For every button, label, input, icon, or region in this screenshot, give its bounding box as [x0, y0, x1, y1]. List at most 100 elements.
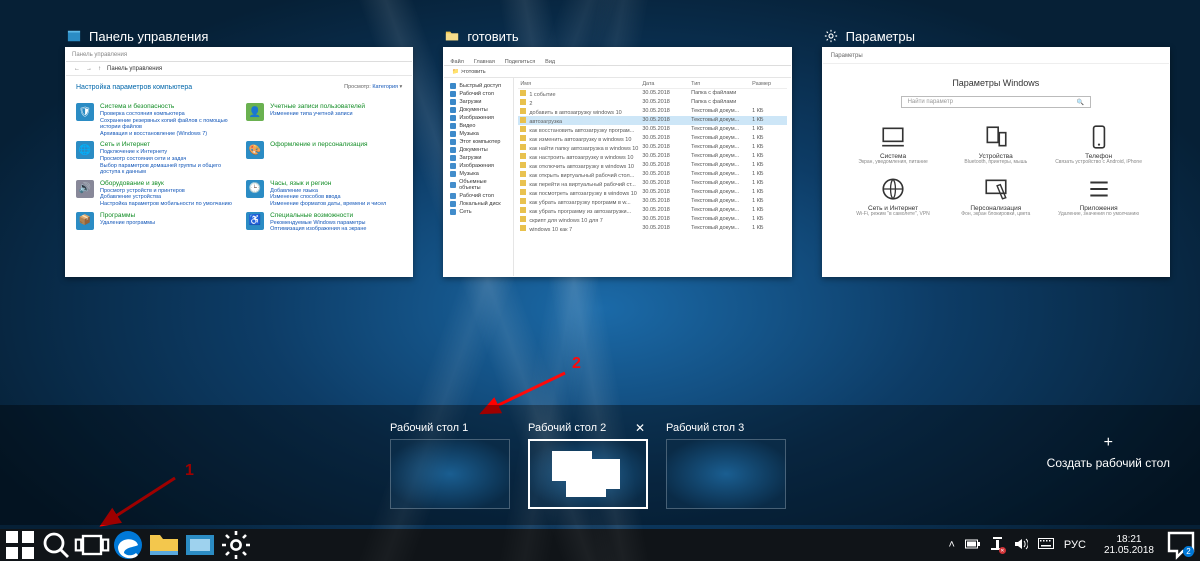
- clock[interactable]: 18:21 21.05.2018: [1096, 534, 1162, 557]
- window-card-explorer[interactable]: готовить ФайлГлавнаяПоделитьсяВид 📁 > го…: [443, 25, 791, 277]
- settings-icon: [824, 29, 838, 43]
- task-view-button[interactable]: [74, 529, 110, 561]
- window-title: готовить: [467, 29, 518, 44]
- system-tray[interactable]: ˄ ✕ РУС: [940, 537, 1093, 553]
- file-row: как открыть виртуальный рабочий стол...3…: [518, 170, 786, 179]
- file-row: как посмотреть автозагрузку в windows 10…: [518, 188, 786, 197]
- explorer-sidebar-item: Изображения: [446, 114, 511, 122]
- window-card-settings[interactable]: Параметры Параметры Параметры Windows На…: [822, 25, 1170, 277]
- explorer-sidebar-item: Рабочий стол: [446, 90, 511, 98]
- search-button[interactable]: [38, 529, 74, 561]
- battery-icon[interactable]: [965, 539, 981, 552]
- cp-category: 🛡Система и безопасностьПроверка состояни…: [76, 103, 232, 137]
- explorer-sidebar-item: Изображения: [446, 162, 511, 170]
- window-card-control-panel[interactable]: Панель управления Панель управления ←→↑П…: [65, 25, 413, 277]
- cp-category: 📦ПрограммыУдаление программы: [76, 212, 232, 233]
- folder-icon: [445, 29, 459, 43]
- file-row: windows 10 как 730.05.2018Текстовый доку…: [518, 224, 786, 233]
- cp-category: 🔊Оборудование и звукПросмотр устройств и…: [76, 180, 232, 208]
- phone-icon: [1086, 124, 1112, 150]
- globe-icon: [880, 176, 906, 202]
- file-row: как убрать программу из автозагрузки...3…: [518, 206, 786, 215]
- tray-chevron-up-icon[interactable]: ˄: [948, 539, 954, 551]
- file-row: как отключить автозагрузку в windows 103…: [518, 161, 786, 170]
- explorer-tab: Файл: [450, 59, 464, 65]
- explorer-tab: Главная: [474, 59, 495, 65]
- explorer-button[interactable]: [146, 529, 182, 561]
- volume-icon[interactable]: [1014, 538, 1028, 553]
- explorer-sidebar-item: Загрузки: [446, 98, 511, 106]
- virtual-desktop-item[interactable]: Рабочий стол 2 ✕: [528, 421, 648, 509]
- window-title: Панель управления: [89, 29, 208, 44]
- annotation-label-2: 2: [572, 355, 581, 373]
- virtual-desktop-strip: Рабочий стол 1Рабочий стол 2✕Рабочий сто…: [0, 405, 1200, 525]
- cp-category: 🎨Оформление и персонализация: [246, 141, 402, 175]
- explorer-tab: Вид: [545, 59, 555, 65]
- settings-tile: ТелефонСвязать устройство с Android, iPh…: [1052, 124, 1145, 166]
- settings-taskbar-button[interactable]: [218, 529, 254, 561]
- desktop-label: Рабочий стол 1: [390, 422, 468, 434]
- file-row: как восстановить автозагрузку програм...…: [518, 125, 786, 134]
- taskbar: ˄ ✕ РУС 18:21 21.05.2018 2: [0, 529, 1200, 561]
- settings-tile: Сеть и ИнтернетWi-Fi, режим "в самолете"…: [847, 176, 940, 218]
- desktop-label: Рабочий стол 2: [528, 422, 606, 434]
- clock-date: 21.05.2018: [1104, 545, 1154, 557]
- devices-icon: [983, 124, 1009, 150]
- explorer-sidebar-item: Загрузки: [446, 154, 511, 162]
- control-panel-taskbar-button[interactable]: [182, 529, 218, 561]
- window-thumbnail: Панель управления ←→↑Панель управления Н…: [65, 47, 413, 277]
- explorer-sidebar-item: Видео: [446, 122, 511, 130]
- new-desktop-button[interactable]: + Создать рабочий стол: [1047, 434, 1170, 470]
- explorer-sidebar-item: Документы: [446, 106, 511, 114]
- keyboard-icon[interactable]: [1038, 538, 1054, 552]
- desktop-label: Рабочий стол 3: [666, 422, 744, 434]
- cp-category: 🕒Часы, язык и регионДобавление языкаИзме…: [246, 180, 402, 208]
- file-row: как перейти на виртуальный рабочий ст...…: [518, 179, 786, 188]
- apps-icon: [1086, 176, 1112, 202]
- file-row: скрипт для windows 10 для 730.05.2018Тек…: [518, 215, 786, 224]
- new-desktop-label: Создать рабочий стол: [1047, 456, 1170, 470]
- desktop-thumbnail: [528, 439, 648, 509]
- close-desktop-button[interactable]: ✕: [632, 421, 648, 435]
- settings-tile: СистемаЭкран, уведомления, питание: [847, 124, 940, 166]
- explorer-sidebar-item: Сеть: [446, 208, 511, 216]
- file-row: автозагрузка30.05.2018Текстовый докум...…: [518, 116, 786, 125]
- file-row: как убрать автозагрузку программ в w...3…: [518, 197, 786, 206]
- start-button[interactable]: [2, 529, 38, 561]
- settings-tile: УстройстваBluetooth, принтеры, мышь: [949, 124, 1042, 166]
- clock-time: 18:21: [1104, 534, 1154, 546]
- cp-category: 🌐Сеть и ИнтернетПодключение к ИнтернетуП…: [76, 141, 232, 175]
- cp-titlebar: Панель управления: [72, 52, 127, 58]
- cp-category: 👤Учетные записи пользователейИзменение т…: [246, 103, 402, 137]
- edge-button[interactable]: [110, 529, 146, 561]
- explorer-sidebar-item: Этот компьютер: [446, 138, 511, 146]
- desktop-thumbnail: [390, 439, 510, 509]
- explorer-sidebar-item: Локальный диск: [446, 200, 511, 208]
- explorer-sidebar-item: Музыка: [446, 130, 511, 138]
- file-row: как настроить автозагрузку в windows 103…: [518, 152, 786, 161]
- file-row: 1 событие30.05.2018Папка с файлами: [518, 89, 786, 98]
- desktop-thumbnail: [666, 439, 786, 509]
- file-row: 230.05.2018Папка с файлами: [518, 98, 786, 107]
- explorer-sidebar-item: Музыка: [446, 170, 511, 178]
- personalize-icon: [983, 176, 1009, 202]
- computer-icon: [880, 124, 906, 150]
- action-center-button[interactable]: 2: [1164, 529, 1198, 561]
- network-icon[interactable]: ✕: [991, 537, 1004, 553]
- settings-tile: ПриложенияУдаление, значения по умолчани…: [1052, 176, 1145, 218]
- cp-category: ♿Специальные возможностиРекомендуемые Wi…: [246, 212, 402, 233]
- window-thumbnail: ФайлГлавнаяПоделитьсяВид 📁 > готовить Бы…: [443, 47, 791, 277]
- file-row: как найти папку автозагрузка в windows 1…: [518, 143, 786, 152]
- control-panel-icon: [67, 29, 81, 43]
- window-thumbnail: Параметры Параметры Windows Найти параме…: [822, 47, 1170, 277]
- window-title: Параметры: [846, 29, 915, 44]
- file-row: как изменить автозагрузку в windows 1030…: [518, 134, 786, 143]
- explorer-sidebar-item: Рабочий стол: [446, 192, 511, 200]
- language-indicator[interactable]: РУС: [1064, 539, 1086, 551]
- file-row: добавить в автозагрузку windows 1030.05.…: [518, 107, 786, 116]
- virtual-desktop-item[interactable]: Рабочий стол 1: [390, 421, 510, 509]
- explorer-tab: Поделиться: [505, 59, 535, 65]
- virtual-desktop-item[interactable]: Рабочий стол 3: [666, 421, 786, 509]
- plus-icon: +: [1047, 434, 1170, 452]
- explorer-sidebar-item: Документы: [446, 146, 511, 154]
